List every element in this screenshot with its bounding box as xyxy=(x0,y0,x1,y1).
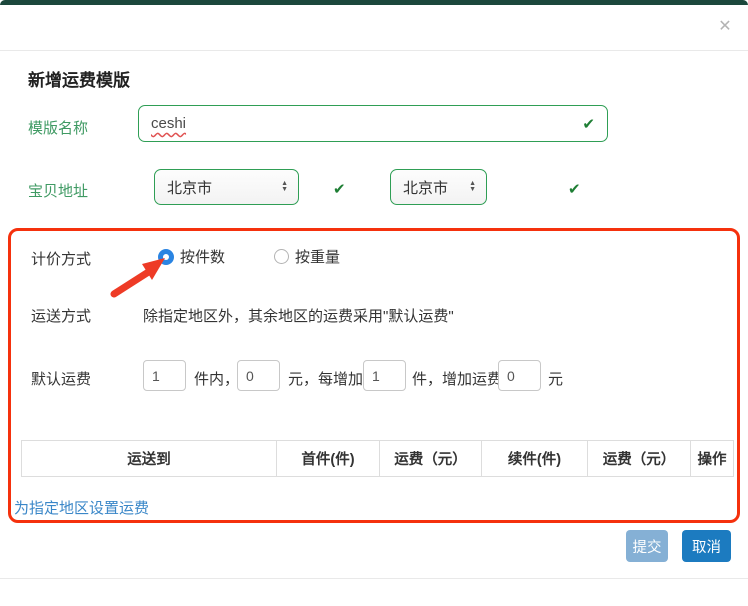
header-divider xyxy=(0,50,748,51)
radio-by-weight-label: 按重量 xyxy=(295,249,341,266)
base-fee-input[interactable] xyxy=(237,360,280,391)
default-fee-text-3: 件，增加运费 xyxy=(412,371,503,388)
check-icon: ✔ xyxy=(568,181,581,198)
shipping-method-label: 运送方式 xyxy=(31,308,92,325)
template-name-value: ceshi xyxy=(151,115,187,132)
col-first-fee: 运费（元） xyxy=(379,440,482,477)
footer-divider xyxy=(0,578,748,579)
col-next-fee: 运费（元） xyxy=(587,440,691,477)
region-fee-table: 运送到 首件(件) 运费（元） 续件(件) 运费（元） 操作 xyxy=(21,440,734,477)
col-next-count: 续件(件) xyxy=(481,440,588,477)
col-actions: 操作 xyxy=(690,440,734,477)
default-fee-text-4: 元 xyxy=(548,371,564,388)
radio-by-weight[interactable]: 按重量 xyxy=(274,246,340,267)
province-select-value: 北京市 xyxy=(167,179,213,197)
modal-title: 新增运费模版 xyxy=(28,71,130,90)
annotation-arrow-icon xyxy=(110,258,165,298)
city-select-value: 北京市 xyxy=(403,179,449,197)
close-icon[interactable]: ✕ xyxy=(714,16,736,38)
cancel-button[interactable]: 取消 xyxy=(682,530,731,562)
select-arrows-icon: ▲ ▼ xyxy=(267,180,288,193)
radio-by-quantity-label: 按件数 xyxy=(180,249,226,266)
city-select[interactable]: 北京市 ▲ ▼ xyxy=(390,169,487,205)
arrow-down-icon: ▼ xyxy=(469,186,476,193)
table-header-row: 运送到 首件(件) 运费（元） 续件(件) 运费（元） 操作 xyxy=(21,440,734,477)
template-name-input[interactable]: ceshi ✔ xyxy=(138,105,608,142)
set-region-fee-link[interactable]: 为指定地区设置运费 xyxy=(14,497,149,518)
default-fee-text-1: 件内， xyxy=(194,371,240,388)
default-fee-label: 默认运费 xyxy=(31,371,92,388)
highlight-box: 计价方式 按件数 按重量 运送方式 除指定地区外，其余地区的运费采用"默认运费"… xyxy=(8,228,740,523)
col-first-count: 首件(件) xyxy=(276,440,380,477)
col-ship-to: 运送到 xyxy=(21,440,277,477)
province-select[interactable]: 北京市 ▲ ▼ xyxy=(154,169,299,205)
within-count-input[interactable] xyxy=(143,360,186,391)
default-fee-text-2: 元，每增加 xyxy=(288,371,364,388)
arrow-down-icon: ▼ xyxy=(281,186,288,193)
pricing-method-label: 计价方式 xyxy=(31,251,92,268)
check-icon: ✔ xyxy=(582,115,595,133)
template-name-label: 模版名称 xyxy=(28,120,89,137)
item-address-label: 宝贝地址 xyxy=(28,183,89,200)
page-top-bar xyxy=(0,0,748,5)
select-arrows-icon: ▲ ▼ xyxy=(455,180,476,193)
shipping-method-note: 除指定地区外，其余地区的运费采用"默认运费" xyxy=(143,308,454,325)
submit-button[interactable]: 提交 xyxy=(626,530,668,562)
increment-fee-input[interactable] xyxy=(498,360,541,391)
check-icon: ✔ xyxy=(333,181,346,198)
increment-count-input[interactable] xyxy=(363,360,406,391)
radio-off-icon xyxy=(274,249,289,264)
